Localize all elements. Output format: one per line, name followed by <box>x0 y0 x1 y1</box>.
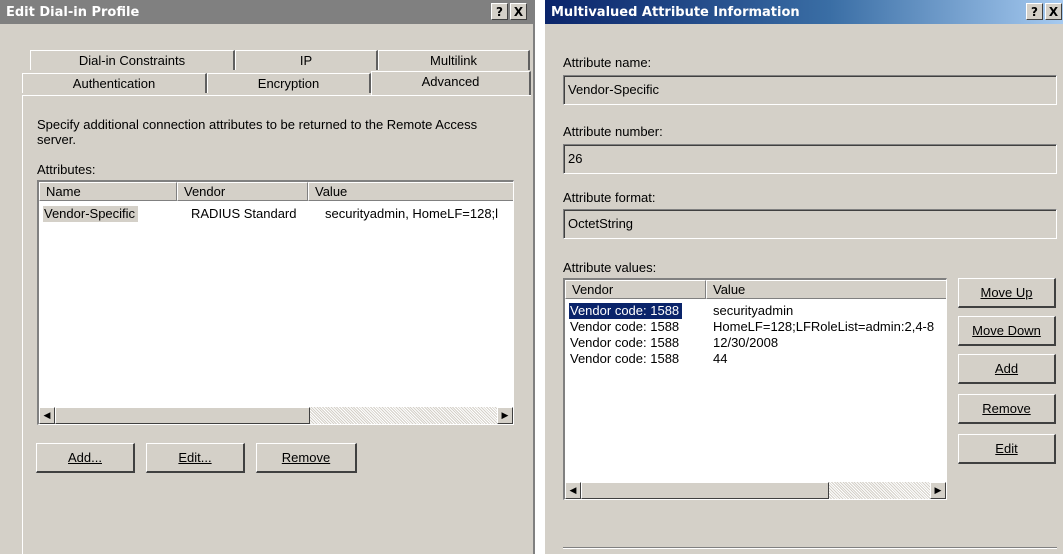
attribute-format-label: Attribute format: <box>563 190 656 205</box>
attribute-name-field: Vendor-Specific <box>563 75 1057 105</box>
tab-encryption[interactable]: Encryption <box>207 73 371 93</box>
scroll-left-icon[interactable]: ◀ <box>39 407 55 424</box>
advanced-description: Specify additional connection attributes… <box>37 117 478 147</box>
edit-button[interactable]: Edit <box>958 434 1056 464</box>
row-value: 44 <box>713 351 728 366</box>
column-vendor[interactable]: Vendor <box>177 182 308 201</box>
tab-advanced[interactable]: Advanced <box>371 71 531 95</box>
attribute-number-label: Attribute number: <box>563 124 663 139</box>
horizontal-scrollbar[interactable]: ◀ ▶ <box>39 407 513 424</box>
table-row[interactable]: Vendor code: 1588 HomeLF=128;LFRoleList=… <box>565 319 946 335</box>
row-vendor: RADIUS Standard <box>191 206 297 221</box>
row-value: securityadmin <box>713 303 794 318</box>
left-dialog-title: Edit Dial-in Profile <box>6 4 140 20</box>
row-value: securityadmin, HomeLF=128;l <box>325 206 499 221</box>
left-titlebar: Edit Dial-in Profile ? X <box>0 0 533 24</box>
add-button[interactable]: Add <box>958 354 1056 384</box>
attribute-number-field: 26 <box>563 144 1057 174</box>
multivalued-attribute-dialog: Multivalued Attribute Information ? X At… <box>545 0 1063 554</box>
attribute-format-field: OctetString <box>563 209 1057 239</box>
table-row[interactable]: Vendor code: 1588 44 <box>565 351 946 367</box>
row-value: HomeLF=128;LFRoleList=admin:2,4-8 <box>713 319 935 334</box>
edit-button[interactable]: Edit... <box>146 443 245 473</box>
row-vendor: Vendor code: 1588 <box>567 302 684 320</box>
column-value[interactable]: Value <box>706 280 946 299</box>
scroll-right-icon[interactable]: ▶ <box>497 407 513 424</box>
tab-ip[interactable]: IP <box>235 50 378 70</box>
attributes-list[interactable]: Name Vendor Value Vendor-Specific RADIUS… <box>37 180 514 425</box>
row-value: 12/30/2008 <box>713 335 779 350</box>
table-row[interactable]: Vendor code: 1588 securityadmin <box>565 302 946 320</box>
attributes-label: Attributes: <box>37 162 96 177</box>
row-vendor: Vendor code: 1588 <box>570 335 680 350</box>
move-down-button[interactable]: Move Down <box>958 316 1056 346</box>
add-button[interactable]: Add... <box>36 443 135 473</box>
column-vendor[interactable]: Vendor <box>565 280 706 299</box>
edit-dial-in-profile-dialog: Edit Dial-in Profile ? X Dial-in Constra… <box>0 0 535 554</box>
right-titlebar: Multivalued Attribute Information ? X <box>545 0 1063 24</box>
column-name[interactable]: Name <box>39 182 177 201</box>
attributes-list-header: Name Vendor Value <box>39 182 513 201</box>
bottom-divider <box>563 547 1057 549</box>
column-value[interactable]: Value <box>308 182 513 201</box>
scroll-thumb[interactable] <box>55 407 310 424</box>
table-row[interactable]: Vendor code: 1588 12/30/2008 <box>565 335 946 351</box>
tab-multilink[interactable]: Multilink <box>378 50 530 70</box>
close-icon[interactable]: X <box>1045 3 1062 20</box>
move-up-button[interactable]: Move Up <box>958 278 1056 308</box>
tab-dial-in-constraints[interactable]: Dial-in Constraints <box>30 50 235 70</box>
attribute-values-header: Vendor Value <box>565 280 946 299</box>
row-name: Vendor-Specific <box>43 206 139 222</box>
help-icon[interactable]: ? <box>491 3 508 20</box>
attribute-values-label: Attribute values: <box>563 260 657 275</box>
close-icon[interactable]: X <box>510 3 527 20</box>
row-vendor: Vendor code: 1588 <box>570 351 680 366</box>
right-dialog-title: Multivalued Attribute Information <box>551 4 800 20</box>
help-icon[interactable]: ? <box>1026 3 1043 20</box>
remove-button[interactable]: Remove <box>256 443 357 473</box>
remove-button[interactable]: Remove <box>958 394 1056 424</box>
attribute-name-label: Attribute name: <box>563 55 652 70</box>
row-vendor: Vendor code: 1588 <box>570 319 680 334</box>
attribute-values-list[interactable]: Vendor Value Vendor code: 1588 securitya… <box>563 278 947 500</box>
horizontal-scrollbar[interactable]: ◀ ▶ <box>565 482 946 499</box>
scroll-thumb[interactable] <box>581 482 829 499</box>
tab-authentication[interactable]: Authentication <box>22 73 207 93</box>
table-row[interactable]: Vendor-Specific RADIUS Standard security… <box>39 206 513 222</box>
scroll-left-icon[interactable]: ◀ <box>565 482 581 499</box>
scroll-right-icon[interactable]: ▶ <box>930 482 946 499</box>
